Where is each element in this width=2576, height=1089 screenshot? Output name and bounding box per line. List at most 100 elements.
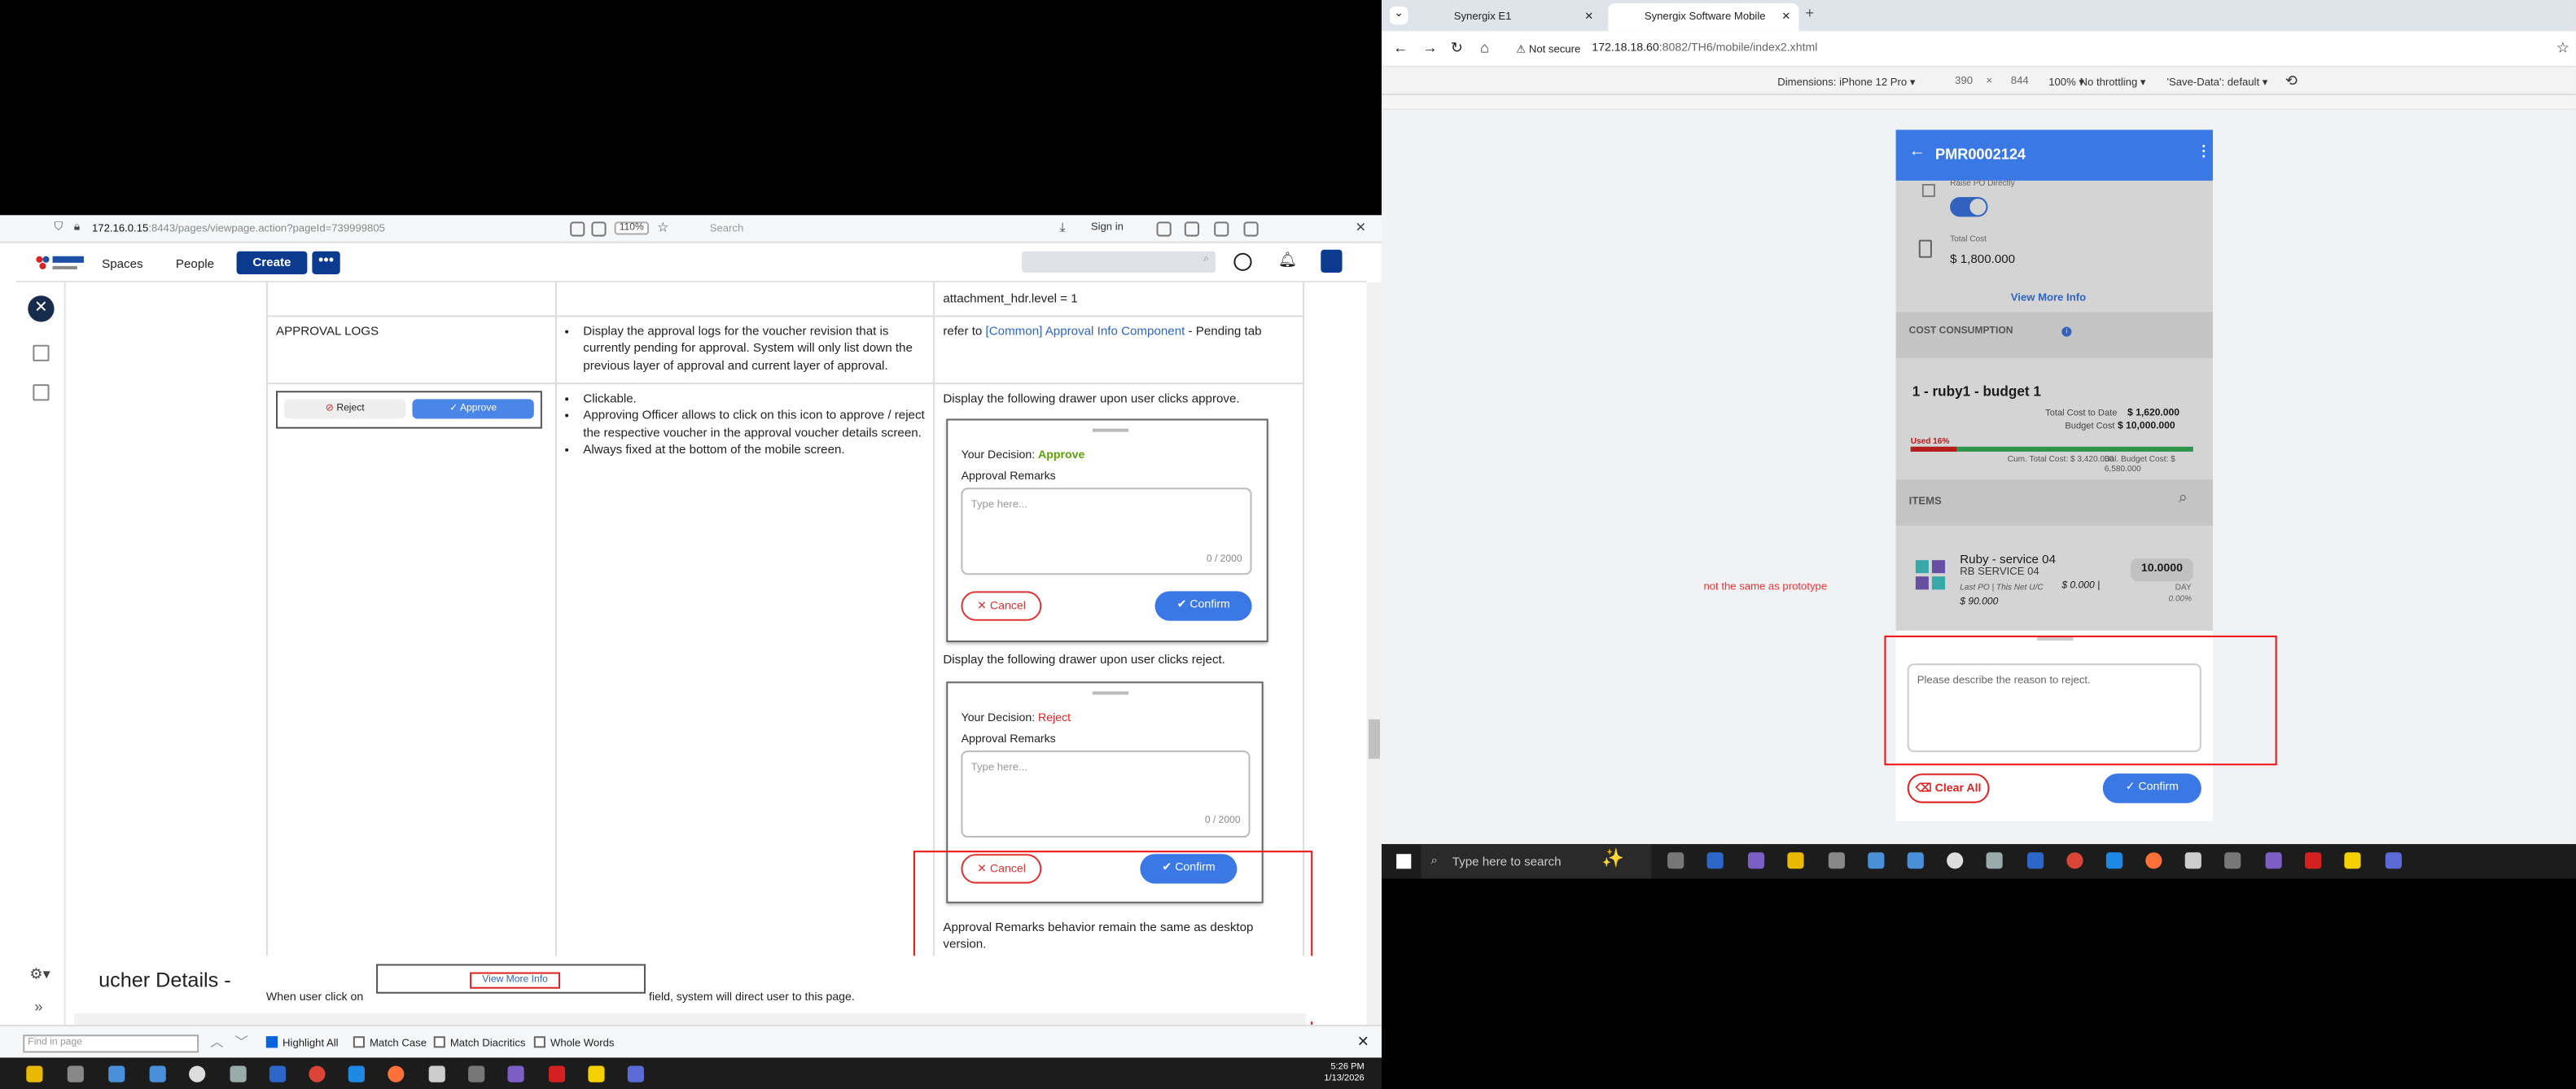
app-icon[interactable]: [1828, 852, 1845, 869]
pages-icon[interactable]: [33, 344, 50, 361]
star-icon[interactable]: ☆: [2556, 39, 2569, 57]
tab-synergix-e1[interactable]: Synergix E1 ✕: [1417, 3, 1601, 31]
match-diacritics-checkbox[interactable]: Match Diacritics: [433, 1036, 525, 1049]
synergix-logo[interactable]: [33, 251, 85, 274]
file-explorer-icon[interactable]: [1787, 852, 1804, 869]
clear-all-button[interactable]: ⌫ Clear All: [1907, 773, 1990, 803]
reader-icon[interactable]: [570, 221, 585, 237]
find-previous-icon[interactable]: ︿: [210, 1033, 223, 1051]
zoom-level[interactable]: 110%: [614, 221, 649, 235]
calculator-icon[interactable]: [2184, 852, 2201, 869]
zoom-select[interactable]: 100% ▾: [2048, 76, 2084, 89]
app-icon[interactable]: [230, 1065, 247, 1082]
app-icon[interactable]: [108, 1065, 125, 1082]
close-icon[interactable]: ✕: [1356, 220, 1367, 234]
nav-people[interactable]: People: [176, 256, 214, 271]
kebab-menu-icon[interactable]: ⋮: [2197, 143, 2211, 161]
highlight-all-checkbox[interactable]: Highlight All: [265, 1036, 339, 1049]
expand-sidebar-icon[interactable]: »: [34, 999, 42, 1015]
confluence-search-input[interactable]: ⌕: [1022, 251, 1216, 273]
download-icon[interactable]: ⤓: [1059, 220, 1065, 236]
sign-in-button[interactable]: Sign in: [1091, 221, 1124, 233]
extension-icon[interactable]: [1184, 221, 1199, 237]
scrollbar-thumb[interactable]: [1368, 719, 1380, 759]
extension-icon[interactable]: [1156, 221, 1172, 237]
firefox-icon[interactable]: [2145, 852, 2162, 869]
app-icon[interactable]: [2265, 852, 2282, 869]
windows-start-icon[interactable]: [1396, 854, 1412, 869]
not-secure-badge[interactable]: ⚠ Not secure: [1516, 42, 1580, 55]
app-icon[interactable]: [1947, 852, 1964, 869]
app-icon[interactable]: [468, 1065, 485, 1082]
app-icon[interactable]: [1907, 852, 1924, 869]
search-input[interactable]: Search: [690, 220, 1035, 238]
approval-info-link[interactable]: [Common] Approval Info Component: [986, 323, 1185, 338]
vertical-scrollbar[interactable]: [1366, 282, 1382, 1026]
copilot-icon[interactable]: ✨: [1601, 847, 1624, 868]
space-logo-icon[interactable]: ✕: [28, 295, 55, 322]
app-icon[interactable]: [67, 1065, 84, 1082]
app-icon[interactable]: [149, 1065, 166, 1082]
tree-icon[interactable]: [33, 384, 50, 401]
edge-icon[interactable]: [1706, 852, 1724, 869]
tab-close-icon[interactable]: ✕: [1781, 10, 1790, 23]
teams-icon[interactable]: [2385, 852, 2403, 869]
star-icon[interactable]: ☆: [657, 220, 668, 234]
app-icon[interactable]: [507, 1065, 524, 1082]
tab-search-icon[interactable]: ⌄: [1390, 7, 1408, 25]
modal-overlay[interactable]: [1895, 180, 2213, 631]
app-icon[interactable]: [189, 1065, 206, 1082]
notifications-icon[interactable]: 🔔︎: [1278, 251, 1297, 269]
tab-close-icon[interactable]: ✕: [1584, 10, 1593, 23]
app-icon[interactable]: [1986, 852, 2003, 869]
app-icon[interactable]: [1868, 852, 1885, 869]
create-button[interactable]: Create: [236, 251, 308, 274]
sticky-notes-icon[interactable]: [2344, 852, 2361, 869]
horizontal-scrollbar[interactable]: [73, 1012, 1307, 1026]
url-text[interactable]: 172.16.0.15:8443/pages/viewpage.action?p…: [92, 223, 385, 234]
firefox-icon[interactable]: [388, 1065, 405, 1082]
more-button[interactable]: •••: [312, 251, 340, 274]
url-text[interactable]: 172.18.18.60:8082/TH6/mobile/index2.xhtm…: [1592, 42, 1817, 54]
extension-icon[interactable]: [1214, 221, 1229, 237]
save-data-select[interactable]: 'Save-Data': default ▾: [2166, 76, 2267, 89]
file-explorer-icon[interactable]: [26, 1065, 43, 1082]
width-input[interactable]: 390: [1955, 76, 1973, 87]
app-icon[interactable]: [2105, 852, 2123, 869]
task-view-icon[interactable]: [1667, 852, 1684, 869]
app-icon[interactable]: [2026, 852, 2044, 869]
extension-icon[interactable]: [1243, 221, 1259, 237]
home-icon[interactable]: ⌂: [1480, 39, 1489, 55]
new-tab-icon[interactable]: +: [1806, 5, 1815, 21]
chrome-icon[interactable]: [2066, 852, 2083, 869]
app-icon[interactable]: [548, 1065, 566, 1082]
confirm-button[interactable]: ✓ Confirm: [2102, 773, 2201, 803]
reload-icon[interactable]: ↻: [1451, 39, 1463, 57]
find-input[interactable]: Find in page: [23, 1034, 199, 1053]
help-icon[interactable]: [1233, 252, 1252, 271]
sticky-notes-icon[interactable]: [588, 1065, 605, 1082]
nav-spaces[interactable]: Spaces: [102, 256, 143, 271]
height-input[interactable]: 844: [2011, 76, 2029, 87]
avatar[interactable]: [1321, 249, 1343, 273]
app-icon[interactable]: [2304, 852, 2322, 869]
chrome-icon[interactable]: [309, 1065, 326, 1082]
throttling-select[interactable]: No throttling ▾: [2080, 76, 2146, 89]
app-icon[interactable]: [2224, 852, 2241, 869]
settings-icon[interactable]: ⚙▾: [29, 965, 50, 983]
app-icon[interactable]: [348, 1065, 365, 1082]
forward-icon[interactable]: →: [1422, 39, 1437, 55]
app-icon[interactable]: [269, 1065, 287, 1082]
address-bar[interactable]: ⛉ 🔒︎ 172.16.0.15:8443/pages/viewpage.act…: [0, 215, 1382, 243]
tab-synergix-mobile[interactable]: Synergix Software Mobile ✕: [1608, 3, 1799, 32]
find-next-icon[interactable]: ﹀: [235, 1033, 248, 1051]
screenshot-icon[interactable]: [591, 221, 607, 237]
whole-words-checkbox[interactable]: Whole Words: [533, 1036, 614, 1049]
teams-icon[interactable]: [627, 1065, 644, 1082]
back-icon[interactable]: ←: [1393, 39, 1408, 55]
rotate-icon[interactable]: ⟲: [2285, 72, 2298, 90]
close-find-icon[interactable]: ✕: [1357, 1033, 1369, 1051]
back-arrow-icon[interactable]: ←: [1909, 143, 1925, 161]
device-select[interactable]: Dimensions: iPhone 12 Pro ▾: [1777, 76, 1915, 89]
match-case-checkbox[interactable]: Match Case: [353, 1036, 427, 1049]
